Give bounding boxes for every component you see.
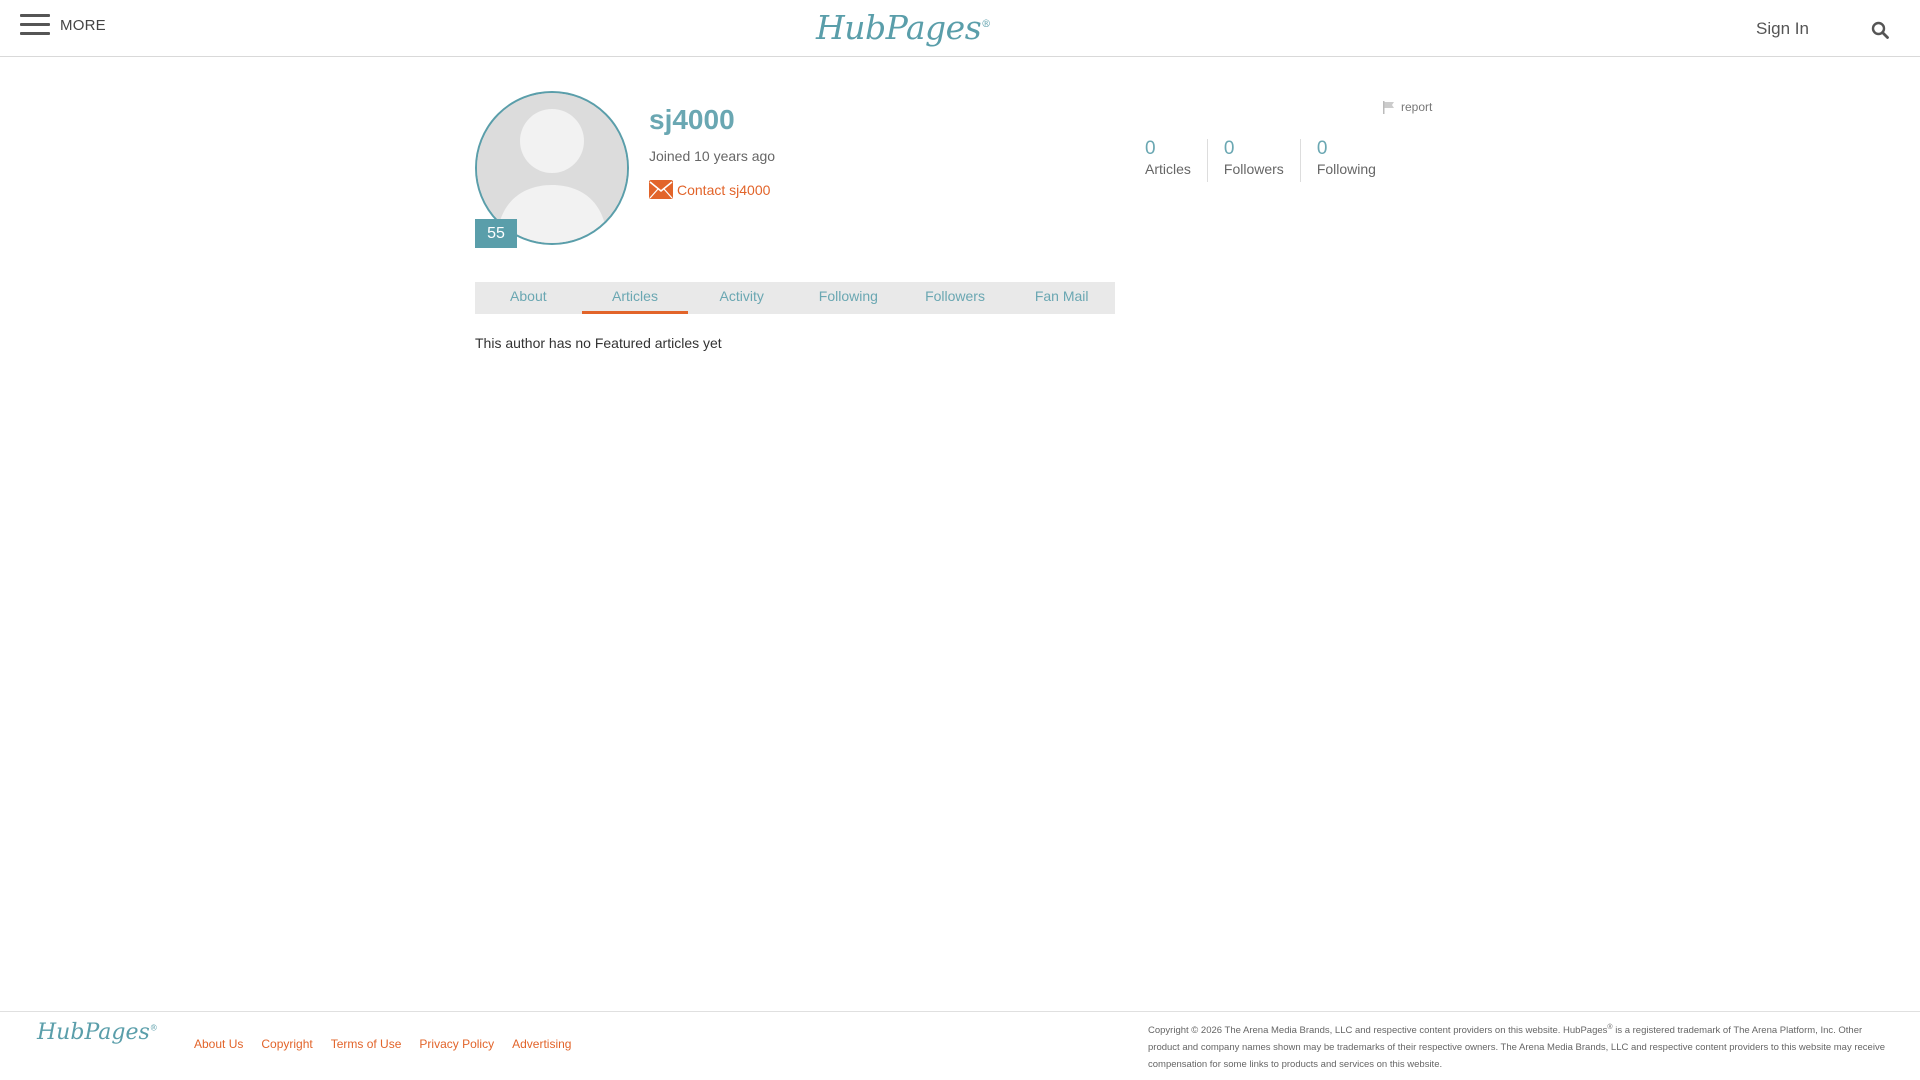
contact-label: Contact sj4000 xyxy=(677,181,771,198)
hamburger-icon xyxy=(20,14,50,36)
profile-tabs: About Articles Activity Following Follow… xyxy=(475,282,1115,314)
tab-following[interactable]: Following xyxy=(795,282,902,314)
sign-in-link[interactable]: Sign In xyxy=(1756,19,1809,39)
stat-label: Articles xyxy=(1145,161,1191,177)
tab-activity[interactable]: Activity xyxy=(688,282,795,314)
top-header: MORE HubPages® Sign In xyxy=(0,0,1920,57)
page-footer: HubPages® About Us Copyright Terms of Us… xyxy=(0,1011,1920,1080)
footer-link-about-us[interactable]: About Us xyxy=(194,1037,243,1051)
tab-fan-mail[interactable]: Fan Mail xyxy=(1008,282,1115,314)
flag-icon xyxy=(1383,100,1394,114)
more-menu-label: MORE xyxy=(60,16,106,34)
footer-links: About Us Copyright Terms of Use Privacy … xyxy=(194,1037,589,1051)
stat-articles[interactable]: 0 Articles xyxy=(1132,139,1207,182)
envelope-icon xyxy=(649,180,673,199)
stat-value: 0 xyxy=(1223,138,1235,159)
hubpages-logo[interactable]: HubPages® xyxy=(816,8,991,47)
profile-username: sj4000 xyxy=(649,104,735,135)
footer-logo[interactable]: HubPages® xyxy=(37,1020,158,1045)
contact-author-link[interactable]: Contact sj4000 xyxy=(649,180,770,199)
report-label: report xyxy=(1401,100,1433,114)
stat-followers[interactable]: 0 Followers xyxy=(1206,138,1300,182)
stat-following[interactable]: 0 Following xyxy=(1299,138,1392,182)
footer-link-privacy[interactable]: Privacy Policy xyxy=(419,1037,494,1051)
footer-link-terms[interactable]: Terms of Use xyxy=(331,1037,402,1051)
empty-articles-message: This author has no Featured articles yet xyxy=(475,335,722,351)
hubscore-badge[interactable]: 55 xyxy=(475,219,517,248)
footer-link-copyright[interactable]: Copyright xyxy=(261,1037,312,1051)
stat-value: 0 xyxy=(1316,138,1328,159)
stat-value: 0 xyxy=(1145,138,1156,159)
footer-link-advertising[interactable]: Advertising xyxy=(512,1037,571,1051)
copyright-notice: Copyright © 2026 The Arena Media Brands,… xyxy=(1148,1024,1885,1071)
stat-label: Following xyxy=(1316,161,1376,177)
joined-date: Joined 10 years ago xyxy=(649,148,776,164)
tab-about[interactable]: About xyxy=(475,282,582,314)
tab-followers[interactable]: Followers xyxy=(902,282,1009,314)
search-icon[interactable] xyxy=(1871,21,1889,39)
more-menu-button[interactable]: MORE xyxy=(20,14,106,36)
profile-stats: 0 Articles 0 Followers 0 Following xyxy=(1132,139,1392,182)
tab-articles[interactable]: Articles xyxy=(581,282,689,314)
stat-label: Followers xyxy=(1223,161,1284,177)
report-link[interactable]: report xyxy=(1383,100,1432,114)
